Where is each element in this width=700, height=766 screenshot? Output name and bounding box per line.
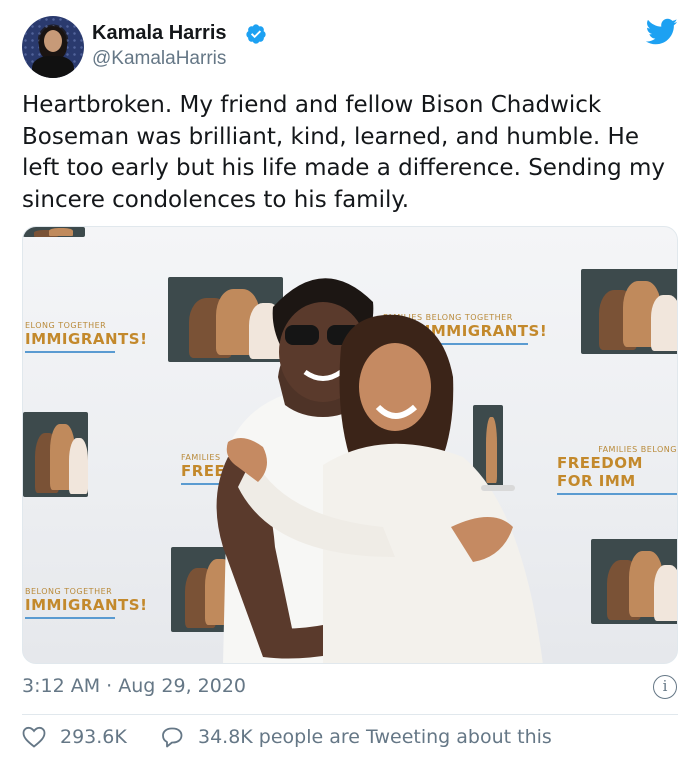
verified-badge-icon	[246, 24, 266, 44]
photo-people-illustration	[216, 278, 543, 663]
author-handle[interactable]: @KamalaHarris	[92, 48, 226, 70]
tweet-timestamp[interactable]: 3:12 AM · Aug 29, 2020	[22, 675, 246, 697]
timestamp-separator: ·	[106, 675, 113, 697]
author-name[interactable]: Kamala Harris	[92, 22, 227, 45]
tweet-card: Kamala Harris @KamalaHarris Heartbroken.…	[0, 0, 700, 766]
heart-icon	[22, 726, 46, 748]
author-avatar[interactable]	[22, 16, 84, 78]
tweet-time: 3:12 AM	[22, 675, 101, 697]
tweet-photo[interactable]: ELONG TOGETHER IMMIGRANTS! FAMILIES BELO…	[22, 226, 678, 664]
like-count: 293.6K	[60, 726, 127, 748]
people-tweeting-text: 34.8K people are Tweeting about this	[198, 726, 552, 748]
people-tweeting-link[interactable]: 34.8K people are Tweeting about this	[160, 726, 552, 748]
info-icon[interactable]: i	[653, 675, 677, 699]
tweet-text: Heartbroken. My friend and fellow Bison …	[22, 92, 666, 213]
divider	[22, 714, 678, 715]
like-button[interactable]: 293.6K	[22, 726, 127, 748]
twitter-bird-icon[interactable]	[646, 18, 678, 46]
speech-bubble-icon	[162, 727, 183, 748]
tweet-date: Aug 29, 2020	[118, 675, 246, 697]
